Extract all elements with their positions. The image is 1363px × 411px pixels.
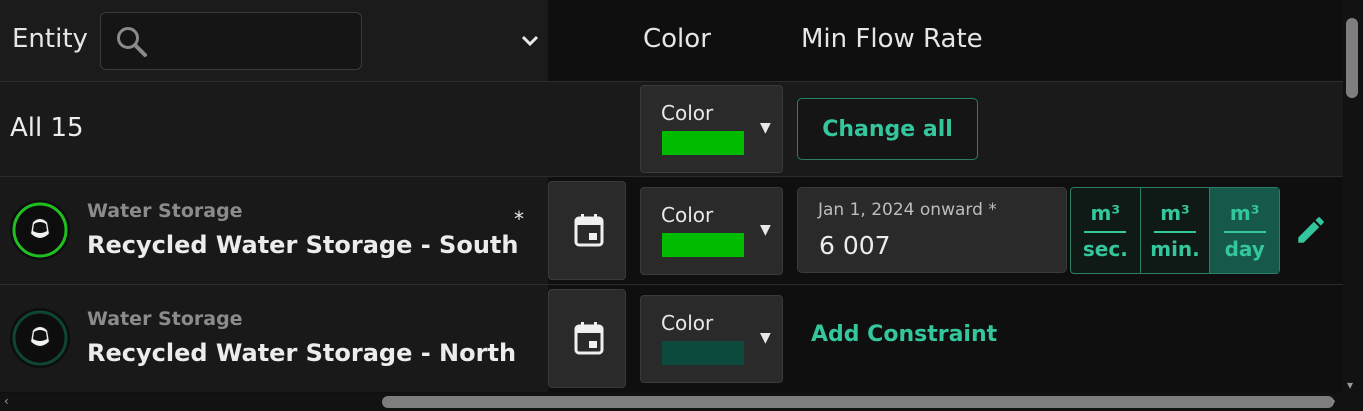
unit-per-minute[interactable]: m³ min. bbox=[1141, 188, 1211, 273]
row-color-picker[interactable]: Color ▼ bbox=[640, 295, 783, 383]
row-color-picker[interactable]: Color ▼ bbox=[640, 187, 783, 275]
entity-type: Water Storage bbox=[87, 308, 243, 330]
flow-rate-constraint[interactable]: Jan 1, 2024 onward * 6 007 bbox=[797, 187, 1067, 273]
color-swatch bbox=[662, 233, 744, 257]
entity-name: Recycled Water Storage - South bbox=[87, 231, 519, 259]
search-icon bbox=[117, 27, 147, 57]
calendar-icon bbox=[574, 322, 604, 355]
unit-per-day[interactable]: m³ day bbox=[1210, 188, 1280, 273]
pencil-icon[interactable] bbox=[1294, 213, 1328, 247]
unit-selector[interactable]: m³ sec. m³ min. m³ day bbox=[1070, 187, 1280, 274]
color-column-header: Color bbox=[643, 24, 711, 54]
unit-per-second[interactable]: m³ sec. bbox=[1071, 188, 1141, 273]
entity-column-header: Entity bbox=[12, 24, 88, 54]
color-picker-label: Color bbox=[661, 101, 714, 125]
min-flow-rate-column-header: Min Flow Rate bbox=[801, 24, 983, 54]
calendar-button[interactable] bbox=[548, 289, 626, 388]
fraction-line bbox=[1084, 230, 1127, 233]
caret-down-icon: ▼ bbox=[760, 330, 771, 346]
entity-name: Recycled Water Storage - North bbox=[87, 339, 517, 367]
water-storage-icon bbox=[10, 308, 70, 368]
caret-down-icon: ▼ bbox=[760, 120, 771, 136]
unit-denominator: sec. bbox=[1082, 236, 1128, 261]
scroll-right-arrow-icon[interactable]: › bbox=[1331, 394, 1336, 408]
color-swatch bbox=[662, 131, 744, 155]
vertical-scroll-thumb[interactable] bbox=[1346, 18, 1358, 98]
constraint-date: Jan 1, 2024 onward * bbox=[818, 200, 997, 220]
color-swatch bbox=[662, 341, 744, 365]
chevron-down-icon[interactable] bbox=[518, 28, 542, 52]
unit-numerator: m³ bbox=[1090, 200, 1121, 225]
calendar-button[interactable] bbox=[548, 181, 626, 280]
change-all-button[interactable]: Change all bbox=[797, 98, 978, 160]
horizontal-scroll-thumb[interactable] bbox=[382, 396, 1334, 408]
unit-denominator: min. bbox=[1150, 236, 1200, 261]
all-count-label: All 15 bbox=[10, 113, 84, 143]
constraint-value: 6 007 bbox=[819, 231, 891, 260]
fraction-line bbox=[1223, 230, 1266, 233]
search-text-field[interactable] bbox=[151, 23, 355, 61]
all-color-picker[interactable]: Color ▼ bbox=[640, 85, 783, 173]
add-constraint-link[interactable]: Add Constraint bbox=[811, 322, 997, 347]
unit-numerator: m³ bbox=[1229, 200, 1260, 225]
caret-down-icon: ▼ bbox=[760, 222, 771, 238]
calendar-icon bbox=[574, 214, 604, 247]
unit-denominator: day bbox=[1224, 236, 1265, 261]
scroll-left-arrow-icon[interactable]: ‹ bbox=[4, 394, 9, 408]
entity-type: Water Storage bbox=[87, 200, 243, 222]
color-picker-label: Color bbox=[661, 311, 714, 335]
fraction-line bbox=[1154, 230, 1196, 233]
scroll-down-arrow-icon[interactable]: ▾ bbox=[1347, 378, 1353, 392]
water-storage-icon bbox=[10, 200, 70, 260]
modified-indicator: * bbox=[514, 207, 524, 231]
color-picker-label: Color bbox=[661, 203, 714, 227]
search-input[interactable] bbox=[100, 12, 362, 70]
unit-numerator: m³ bbox=[1160, 200, 1190, 225]
